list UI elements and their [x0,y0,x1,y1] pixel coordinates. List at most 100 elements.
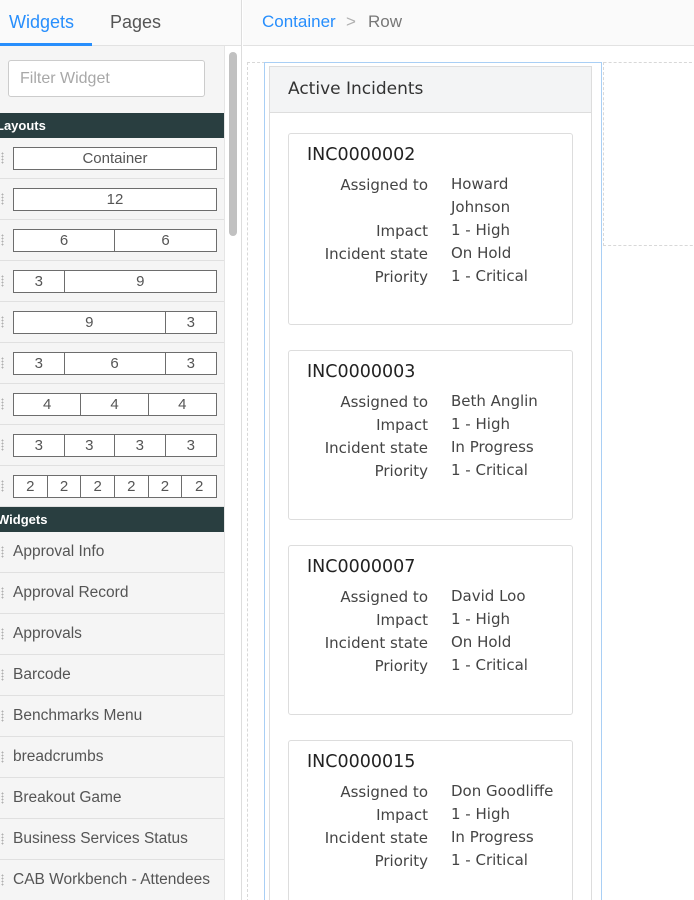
widget-list-item[interactable]: Business Services Status [0,819,224,860]
priority-value: 1 - Critical [451,656,528,674]
widget-list-item[interactable]: Barcode [0,655,224,696]
assigned-to-value: Howard Johnson [451,175,511,216]
impact-value: 1 - High [451,415,510,433]
widget-list-item[interactable]: Approval Record [0,573,224,614]
widget-list-item[interactable]: Approvals [0,614,224,655]
layout-grid-preview: 3333 [13,434,217,457]
incident-card[interactable]: INC0000002 Assigned to Howard Johnson Impac… [288,133,573,325]
breadcrumb-separator: > [346,12,356,31]
drag-handle-icon[interactable] [1,874,4,886]
widget-sidebar: Widgets Pages Layouts Container126639933… [0,0,242,900]
filter-widget-input[interactable] [8,60,205,97]
layout-item[interactable]: 93 [0,302,224,343]
priority-value: 1 - Critical [451,461,528,479]
layout-item[interactable]: Container [0,138,224,179]
layout-cell-label: 3 [186,355,195,372]
drag-handle-icon[interactable] [1,669,4,681]
widget-list-item[interactable]: CAB Workbench - Attendees [0,860,224,900]
incident-card[interactable]: INC0000007 Assigned to David Loo Impact 1 - … [288,545,573,715]
assigned-to-label: Assigned to [340,783,428,801]
layout-grid-preview: 93 [13,311,217,334]
drag-handle-icon[interactable] [1,792,4,804]
incident-card[interactable]: INC0000015 Assigned to Don Goodliffe Impact… [288,740,573,900]
assigned-to-label: Assigned to [340,393,428,411]
priority-label: Priority [374,657,428,675]
layout-grid-preview: 363 [13,352,217,375]
drag-handle-icon[interactable] [1,710,4,722]
drag-handle-icon[interactable] [1,439,4,451]
breadcrumb-row-current: Row [368,12,403,31]
incident-state-label: Incident state [324,439,428,457]
layout-grid-preview: 66 [13,229,217,252]
layout-cell-label: 3 [115,435,166,456]
incident-state-value: On Hold [451,244,512,262]
assigned-to-label: Assigned to [340,588,428,606]
drag-handle-icon[interactable] [1,275,4,287]
layout-cell-label: 4 [14,394,82,415]
drag-handle-icon[interactable] [1,316,4,328]
drag-handle-icon[interactable] [1,833,4,845]
layout-cell-label: 6 [14,230,115,251]
impact-label: Impact [376,416,428,434]
priority-label: Priority [374,852,428,870]
layout-item[interactable]: 363 [0,343,224,384]
layout-cell-label: 4 [81,394,149,415]
drag-handle-icon[interactable] [1,546,4,558]
layout-grid-preview: 39 [13,270,217,293]
drag-handle-icon[interactable] [1,628,4,640]
layout-cell-label: 2 [115,476,149,497]
drag-handle-icon[interactable] [1,234,4,246]
layout-cell-label: 3 [14,435,65,456]
incident-number: INC0000002 [307,145,416,165]
drag-handle-icon[interactable] [1,193,4,205]
layout-item[interactable]: 444 [0,384,224,425]
incident-state-value: On Hold [451,633,512,651]
layout-cell-label: 2 [48,476,82,497]
panel-title: Active Incidents [270,67,591,113]
widget-name: Approval Record [13,584,129,601]
sidebar-scrollbar-thumb[interactable] [229,52,237,236]
layout-grid-preview: 12 [13,188,217,211]
layouts-section-header: Layouts [0,113,224,138]
widget-name: Business Services Status [13,830,188,847]
priority-label: Priority [374,462,428,480]
assigned-to-value: David Loo [451,587,526,605]
widget-name: Benchmarks Menu [13,707,143,724]
drag-handle-icon[interactable] [1,587,4,599]
layout-cell-label: 6 [65,353,166,374]
layout-cell-label: 3 [186,314,195,331]
priority-value: 1 - Critical [451,267,528,285]
layout-cell-label: 3 [186,437,195,454]
incident-card[interactable]: INC0000003 Assigned to Beth Anglin Impact 1 … [288,350,573,520]
layout-cell-label: 2 [149,476,183,497]
layout-item[interactable]: 12 [0,179,224,220]
layout-item[interactable]: 222222 [0,466,224,507]
tab-widgets[interactable]: Widgets [0,0,92,46]
priority-label: Priority [374,268,428,286]
assigned-to-label: Assigned to [340,176,428,194]
widget-name: breadcrumbs [13,748,104,765]
drag-handle-icon[interactable] [1,751,4,763]
incident-state-label: Incident state [324,245,428,263]
layout-item[interactable]: 66 [0,220,224,261]
layout-cell-label: 3 [65,435,115,456]
sidebar-tabs: Widgets Pages [0,0,241,46]
impact-value: 1 - High [451,805,510,823]
breadcrumb-container-link[interactable]: Container [262,0,336,44]
priority-value: 1 - Critical [451,851,528,869]
widget-list-item[interactable]: Approval Info [0,532,224,573]
widget-list-item[interactable]: Benchmarks Menu [0,696,224,737]
drag-handle-icon[interactable] [1,398,4,410]
incident-number: INC0000003 [307,362,416,382]
layout-item[interactable]: 39 [0,261,224,302]
drag-handle-icon[interactable] [1,152,4,164]
widget-list-item[interactable]: Breakout Game [0,778,224,819]
layout-cell-label: 3 [14,353,65,374]
tab-pages[interactable]: Pages [110,0,161,46]
widget-list-item[interactable]: breadcrumbs [0,737,224,778]
drag-handle-icon[interactable] [1,357,4,369]
empty-column-drop-zone[interactable] [603,62,694,246]
drag-handle-icon[interactable] [1,480,4,492]
layout-item[interactable]: 3333 [0,425,224,466]
assigned-to-value: Beth Anglin [451,392,538,410]
